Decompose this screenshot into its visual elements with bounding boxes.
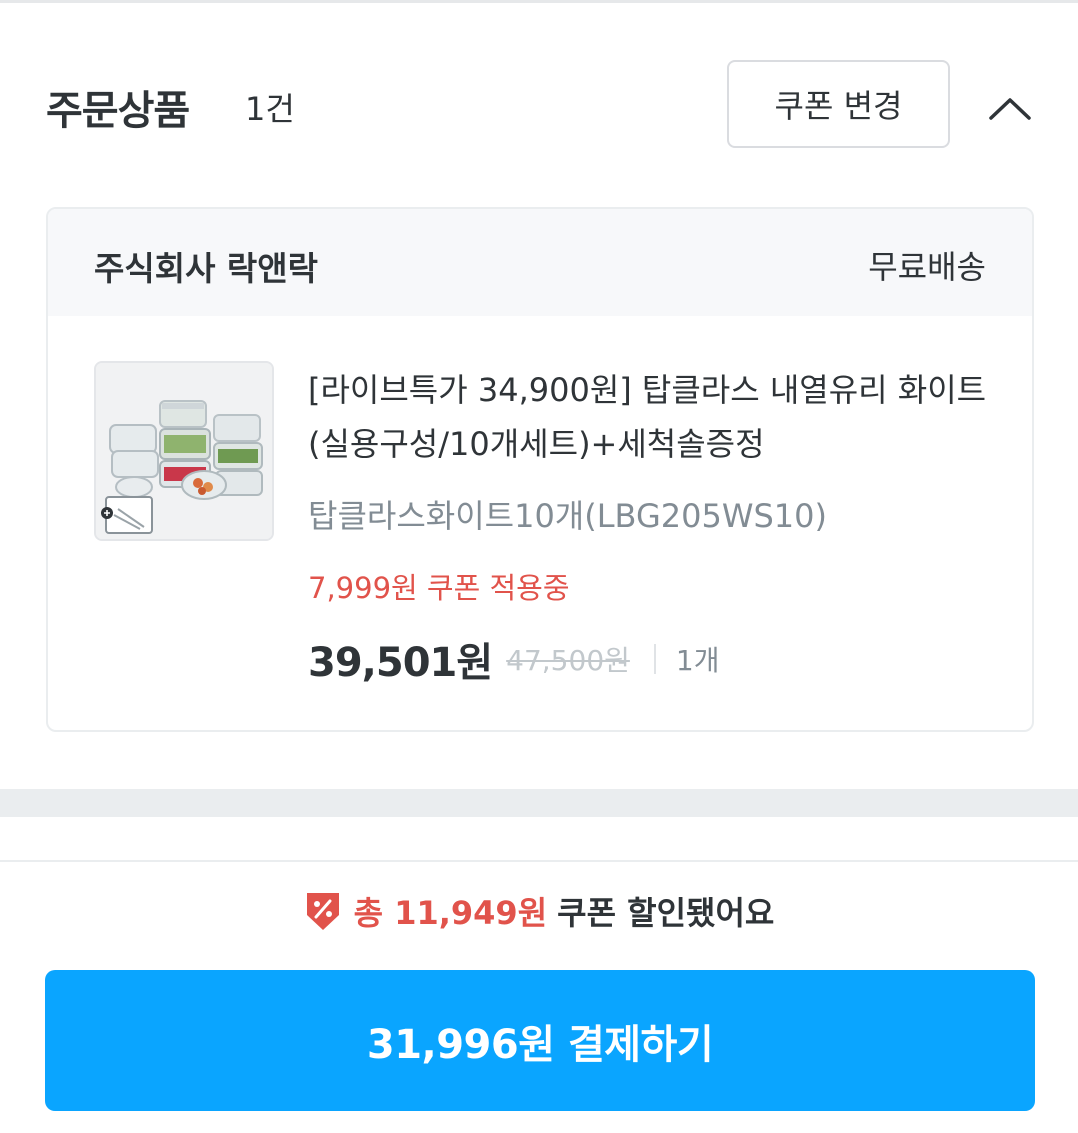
discount-summary: 총 11,949원 쿠폰 할인됐어요 <box>0 886 1078 936</box>
shipping-label: 무료배송 <box>868 248 986 286</box>
coupon-change-button[interactable]: 쿠폰 변경 <box>727 60 950 148</box>
discount-message: 쿠폰 할인됐어요 <box>557 894 775 932</box>
product-name[interactable]: [라이브특가 34,900원] 탑클라스 내열유리 화이트 (실용구성/10개세… <box>308 363 998 471</box>
coupon-applied-label: 7,999원 쿠폰 적용중 <box>308 571 570 605</box>
chevron-up-icon[interactable] <box>987 92 1033 124</box>
product-option: 탑클라스화이트10개(LBG205WS10) <box>308 497 827 535</box>
order-count: 1건 <box>245 90 295 128</box>
price-row: 39,501원 47,500원 1개 <box>308 635 720 686</box>
bottom-divider <box>0 860 1078 862</box>
seller-header: 주식회사 락앤락 무료배송 <box>48 209 1032 316</box>
coupon-tag-icon <box>306 893 339 930</box>
top-divider <box>0 0 1078 3</box>
product-price: 39,501원 <box>308 640 493 686</box>
price-divider <box>653 644 656 674</box>
seller-name: 주식회사 락앤락 <box>94 249 319 288</box>
section-title: 주문상품 <box>46 88 190 134</box>
glass-containers-image <box>96 363 272 539</box>
pay-button[interactable]: 31,996원 결제하기 <box>45 970 1035 1111</box>
product-quantity: 1개 <box>675 644 720 677</box>
order-item-card: 주식회사 락앤락 무료배송 [라이브특가 34,900원] 탑클라스 내열유리 … <box>46 207 1034 732</box>
discount-amount: 총 11,949원 <box>353 894 548 932</box>
section-separator <box>0 789 1078 817</box>
product-thumbnail[interactable] <box>94 361 274 541</box>
original-price: 47,500원 <box>506 644 630 677</box>
